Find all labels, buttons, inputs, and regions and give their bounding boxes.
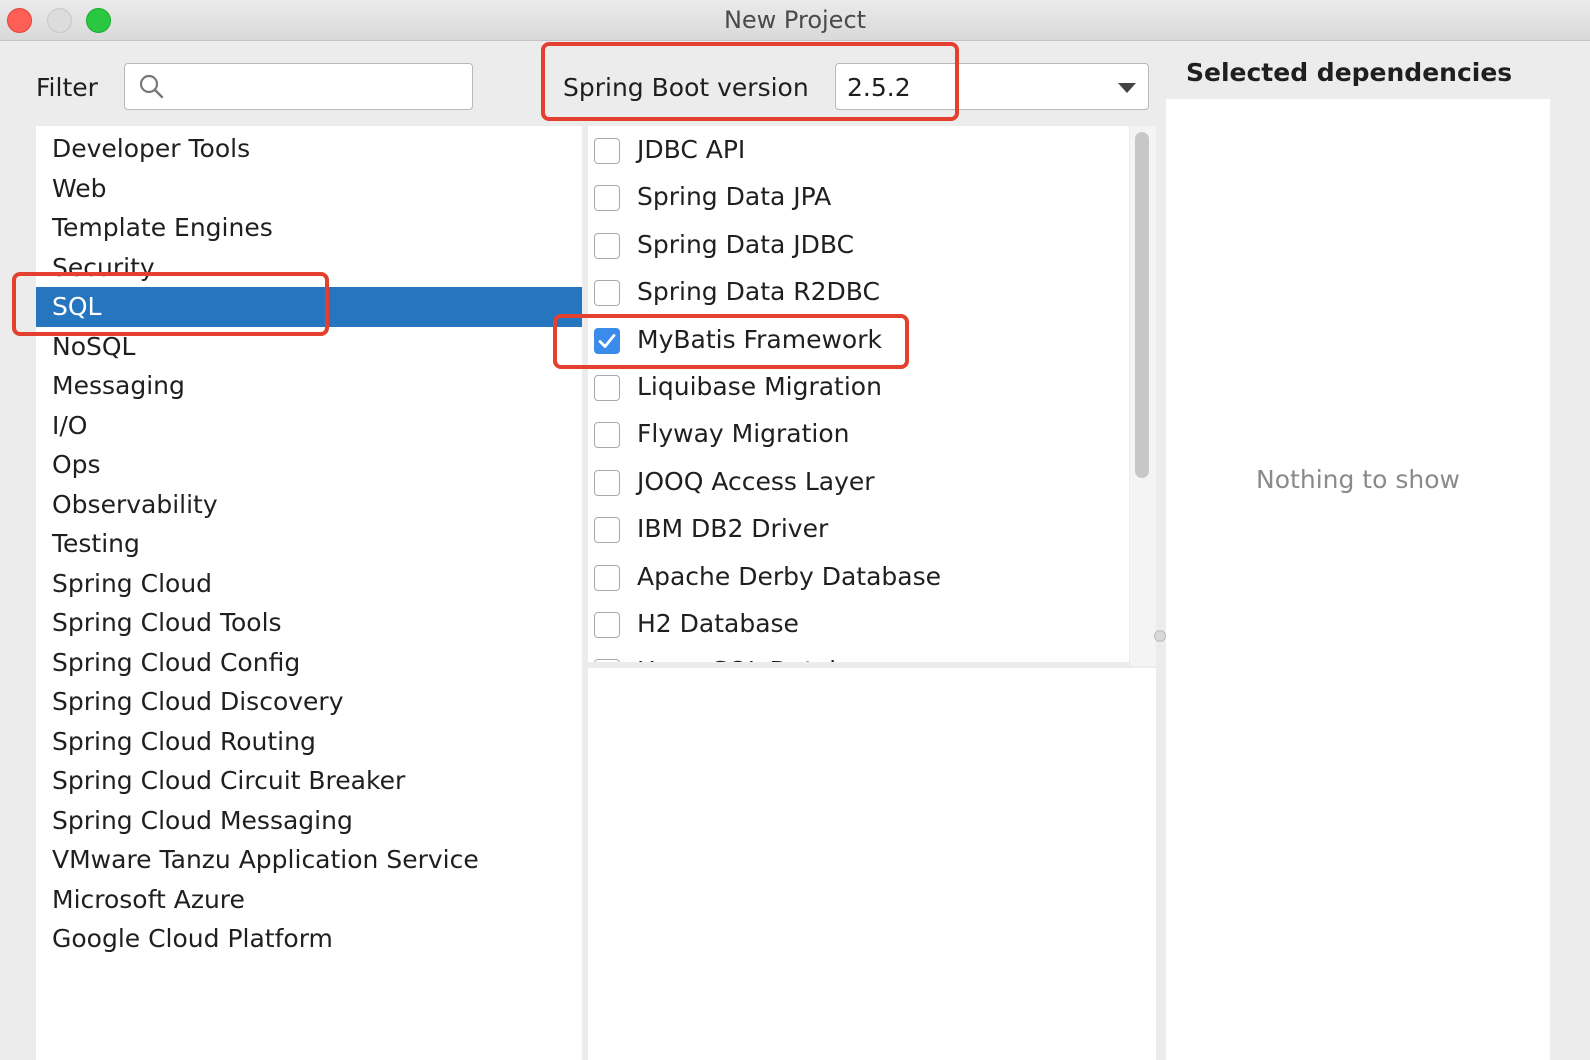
dependency-item[interactable]: Spring Data JDBC (588, 222, 1129, 269)
dependency-label: H2 Database (637, 609, 799, 638)
search-icon (139, 74, 164, 99)
dependency-checkbox[interactable] (594, 138, 620, 164)
scrollbar-thumb[interactable] (1135, 132, 1149, 478)
category-item[interactable]: Testing (36, 524, 582, 564)
category-item[interactable]: VMware Tanzu Application Service (36, 840, 582, 880)
dependency-checkbox[interactable] (594, 232, 620, 259)
category-item[interactable]: Spring Cloud Circuit Breaker (36, 761, 582, 801)
dependency-checkbox[interactable] (594, 564, 620, 591)
dependency-checkbox[interactable] (594, 280, 620, 307)
dependency-list[interactable]: JDBC API Spring Data JPA Spring Data JDBC S… (588, 126, 1129, 662)
annotation-box-mybatis (553, 314, 909, 369)
dependency-label: Spring Data JPA (637, 182, 832, 212)
dependency-checkbox[interactable] (594, 422, 620, 449)
category-item[interactable]: Messaging (36, 366, 582, 406)
category-item[interactable]: Spring Cloud Routing (36, 722, 582, 762)
window-title: New Project (723, 6, 867, 34)
dependency-label: HyperSQL Database (637, 656, 889, 662)
category-item[interactable]: Observability (36, 485, 582, 525)
dependency-item[interactable]: Spring Data JPA (588, 174, 1129, 221)
category-item[interactable]: Spring Cloud Tools (36, 603, 582, 643)
dependency-item[interactable]: IBM DB2 Driver (588, 506, 1129, 553)
dependency-item[interactable]: JDBC API (588, 127, 1129, 174)
dependency-item[interactable]: HyperSQL Database (588, 648, 1129, 662)
dependency-item[interactable]: JOOQ Access Layer (588, 459, 1129, 506)
dependency-checkbox[interactable] (594, 659, 620, 662)
dependency-item[interactable]: Apache Derby Database (588, 554, 1129, 601)
title-bar: New Project (0, 0, 1590, 41)
empty-state-text: Nothing to show (1256, 465, 1460, 494)
category-item[interactable]: Template Engines (36, 208, 582, 248)
dependency-label: IBM DB2 Driver (637, 514, 829, 544)
annotation-box-sql (12, 272, 329, 336)
category-item[interactable]: Developer Tools (36, 129, 582, 169)
filter-label: Filter (36, 73, 98, 102)
dependency-checkbox[interactable] (594, 185, 620, 212)
dependency-label: Apache Derby Database (637, 561, 942, 591)
annotation-box-spring-boot-version (541, 42, 959, 121)
category-item[interactable]: Microsoft Azure (36, 880, 582, 920)
dependency-label: Spring Data R2DBC (637, 277, 880, 307)
dependency-scrollbar[interactable] (1130, 126, 1156, 666)
dependency-item[interactable]: Spring Data R2DBC (588, 269, 1129, 316)
dependency-item[interactable]: Liquibase Migration (588, 364, 1129, 411)
category-item[interactable]: I/O (36, 406, 582, 446)
dependency-label: Liquibase Migration (637, 372, 882, 401)
category-item[interactable]: Spring Cloud Messaging (36, 801, 582, 841)
selected-dependencies-heading: Selected dependencies (1186, 58, 1513, 87)
dependency-checkbox[interactable] (594, 375, 620, 401)
category-item[interactable]: Ops (36, 445, 582, 485)
dependency-label: Spring Data JDBC (637, 229, 855, 259)
split-handle[interactable] (1154, 630, 1166, 642)
selected-dependencies-panel: Nothing to show (1166, 99, 1550, 1060)
dependency-label: Flyway Migration (637, 419, 850, 449)
category-item[interactable]: Spring Cloud Discovery (36, 682, 582, 722)
category-item[interactable]: Web (36, 169, 582, 209)
dependency-checkbox[interactable] (594, 612, 620, 638)
dependency-item[interactable]: Flyway Migration (588, 411, 1129, 458)
dependency-item[interactable]: H2 Database (588, 601, 1129, 648)
filter-field[interactable] (124, 63, 473, 110)
filter-input[interactable] (173, 70, 463, 104)
dropdown-arrow-icon (1118, 83, 1136, 93)
dependency-label: JDBC API (637, 135, 746, 164)
dependency-checkbox[interactable] (594, 469, 620, 496)
dependency-label: JOOQ Access Layer (637, 466, 875, 496)
category-item[interactable]: Spring Cloud Config (36, 643, 582, 683)
category-list[interactable]: Developer Tools Web Template Engines Securi… (36, 126, 582, 1060)
category-item[interactable]: Spring Cloud (36, 564, 582, 604)
dependency-description-panel (588, 668, 1156, 1060)
category-item[interactable]: Google Cloud Platform (36, 919, 582, 959)
dependency-checkbox[interactable] (594, 517, 620, 544)
